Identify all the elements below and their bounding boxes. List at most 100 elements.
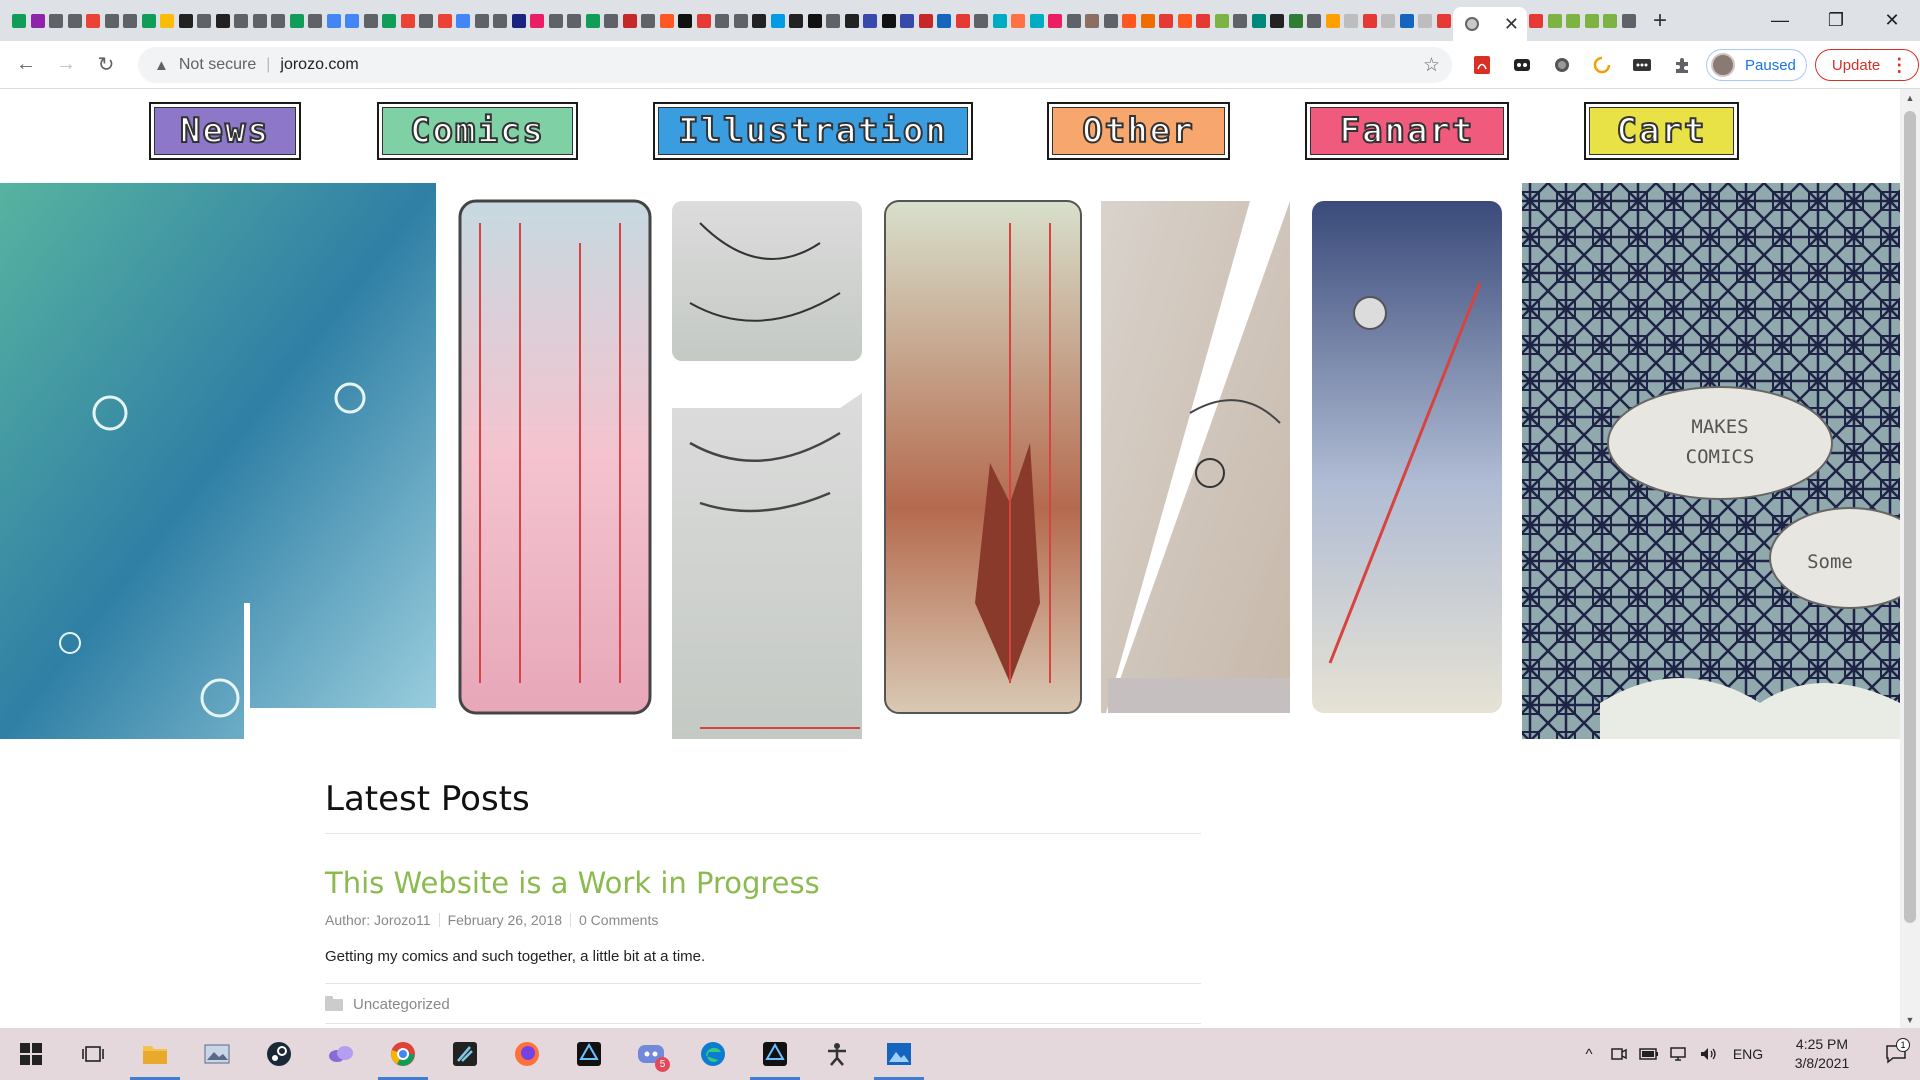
- scrollbar-thumb[interactable]: [1904, 111, 1916, 923]
- browser-tab[interactable]: [306, 0, 325, 41]
- browser-tab[interactable]: [1213, 0, 1232, 41]
- browser-tab[interactable]: [1028, 0, 1047, 41]
- browser-tab[interactable]: [1527, 0, 1546, 41]
- browser-tab[interactable]: [436, 0, 455, 41]
- browser-tab[interactable]: [343, 0, 362, 41]
- nav-other[interactable]: Other: [1047, 102, 1230, 160]
- browser-tab[interactable]: [1583, 0, 1602, 41]
- browser-tab[interactable]: [29, 0, 48, 41]
- puzzle-extensions-icon[interactable]: [1662, 47, 1702, 83]
- browser-tab[interactable]: [1305, 0, 1324, 41]
- browser-tab[interactable]: [1176, 0, 1195, 41]
- browser-tab[interactable]: [565, 0, 584, 41]
- browser-tab[interactable]: [47, 0, 66, 41]
- browser-tab[interactable]: [140, 0, 159, 41]
- browser-tab[interactable]: [1231, 0, 1250, 41]
- browser-tab[interactable]: [935, 0, 954, 41]
- taskbar-krita[interactable]: [434, 1028, 496, 1080]
- nav-fanart[interactable]: Fanart: [1305, 102, 1509, 160]
- browser-tab[interactable]: [1564, 0, 1583, 41]
- back-button[interactable]: ←: [6, 45, 46, 85]
- browser-tab[interactable]: [1268, 0, 1287, 41]
- browser-tab[interactable]: [195, 0, 214, 41]
- browser-tab[interactable]: [380, 0, 399, 41]
- browser-tab[interactable]: [806, 0, 825, 41]
- browser-tab[interactable]: [676, 0, 695, 41]
- browser-tab[interactable]: [1435, 0, 1454, 41]
- browser-tab[interactable]: [1342, 0, 1361, 41]
- browser-tab[interactable]: [1102, 0, 1121, 41]
- start-button[interactable]: [0, 1028, 62, 1080]
- new-tab-button[interactable]: +: [1640, 0, 1680, 41]
- browser-tab[interactable]: [602, 0, 621, 41]
- security-label[interactable]: Not secure: [179, 56, 256, 74]
- browser-tab[interactable]: [547, 0, 566, 41]
- meet-now-icon[interactable]: [1604, 1047, 1634, 1061]
- category-link[interactable]: Uncategorized: [353, 996, 450, 1013]
- update-button[interactable]: Update ⋮: [1814, 49, 1920, 81]
- post-title-link[interactable]: This Website is a Work in Progress: [325, 866, 1201, 900]
- notification-center-button[interactable]: 1: [1872, 1038, 1920, 1064]
- browser-tab[interactable]: [103, 0, 122, 41]
- browser-tab[interactable]: [288, 0, 307, 41]
- browser-tab[interactable]: [898, 0, 917, 41]
- tray-chevron-icon[interactable]: ^: [1574, 1046, 1604, 1063]
- taskbar-discord[interactable]: 5: [620, 1028, 682, 1080]
- profile-button[interactable]: Paused: [1706, 49, 1807, 81]
- minimize-button[interactable]: —: [1752, 0, 1808, 41]
- close-window-button[interactable]: ✕: [1864, 0, 1920, 41]
- browser-tab[interactable]: [1324, 0, 1343, 41]
- browser-tab[interactable]: [1416, 0, 1435, 41]
- taskbar-zbrush[interactable]: [806, 1028, 868, 1080]
- browser-tab[interactable]: [843, 0, 862, 41]
- browser-tab[interactable]: [1250, 0, 1269, 41]
- browser-tab[interactable]: [362, 0, 381, 41]
- browser-tab[interactable]: [399, 0, 418, 41]
- browser-tab[interactable]: [66, 0, 85, 41]
- browser-tab[interactable]: [214, 0, 233, 41]
- clock[interactable]: 4:25 PM 3/8/2021: [1772, 1035, 1872, 1073]
- browser-tab[interactable]: [232, 0, 251, 41]
- browser-tab[interactable]: [177, 0, 196, 41]
- browser-tab[interactable]: [1398, 0, 1417, 41]
- browser-tab[interactable]: [528, 0, 547, 41]
- browser-tab[interactable]: [769, 0, 788, 41]
- browser-tab[interactable]: [880, 0, 899, 41]
- nav-news[interactable]: News: [149, 102, 301, 160]
- browser-tab[interactable]: [251, 0, 270, 41]
- nav-cart[interactable]: Cart: [1584, 102, 1739, 160]
- browser-tab[interactable]: [1620, 0, 1639, 41]
- browser-tab[interactable]: [1157, 0, 1176, 41]
- circle-extension-icon[interactable]: [1542, 47, 1582, 83]
- page-scrollbar[interactable]: ▲ ▼: [1900, 89, 1920, 1028]
- post-comments-link[interactable]: 0 Comments: [579, 912, 658, 928]
- browser-tab[interactable]: [750, 0, 769, 41]
- browser-tab[interactable]: [1120, 0, 1139, 41]
- active-tab[interactable]: ✕: [1453, 7, 1527, 41]
- browser-tab[interactable]: [658, 0, 677, 41]
- browser-tab[interactable]: [695, 0, 714, 41]
- browser-tab[interactable]: [510, 0, 529, 41]
- browser-tab[interactable]: [121, 0, 140, 41]
- taskbar-steam[interactable]: [248, 1028, 310, 1080]
- gamepad-extension-icon[interactable]: [1502, 47, 1542, 83]
- address-bar[interactable]: ▲ Not secure | jorozo.com ☆: [138, 47, 1452, 83]
- browser-tab[interactable]: [10, 0, 29, 41]
- taskbar-photos[interactable]: [868, 1028, 930, 1080]
- nav-illustration[interactable]: Illustration: [653, 102, 973, 160]
- browser-tab[interactable]: [1139, 0, 1158, 41]
- browser-tab[interactable]: [1065, 0, 1084, 41]
- nav-comics[interactable]: Comics: [377, 102, 578, 160]
- browser-tab[interactable]: [1379, 0, 1398, 41]
- language-indicator[interactable]: ENG: [1724, 1046, 1772, 1062]
- taskbar-clip-studio[interactable]: [558, 1028, 620, 1080]
- browser-tab[interactable]: [954, 0, 973, 41]
- browser-tab[interactable]: [917, 0, 936, 41]
- browser-tab[interactable]: [1601, 0, 1620, 41]
- browser-tab[interactable]: [787, 0, 806, 41]
- taskbar-image-app[interactable]: [186, 1028, 248, 1080]
- loading-extension-icon[interactable]: [1582, 47, 1622, 83]
- browser-tab[interactable]: [1361, 0, 1380, 41]
- reload-button[interactable]: ↻: [86, 45, 126, 85]
- browser-tab[interactable]: [972, 0, 991, 41]
